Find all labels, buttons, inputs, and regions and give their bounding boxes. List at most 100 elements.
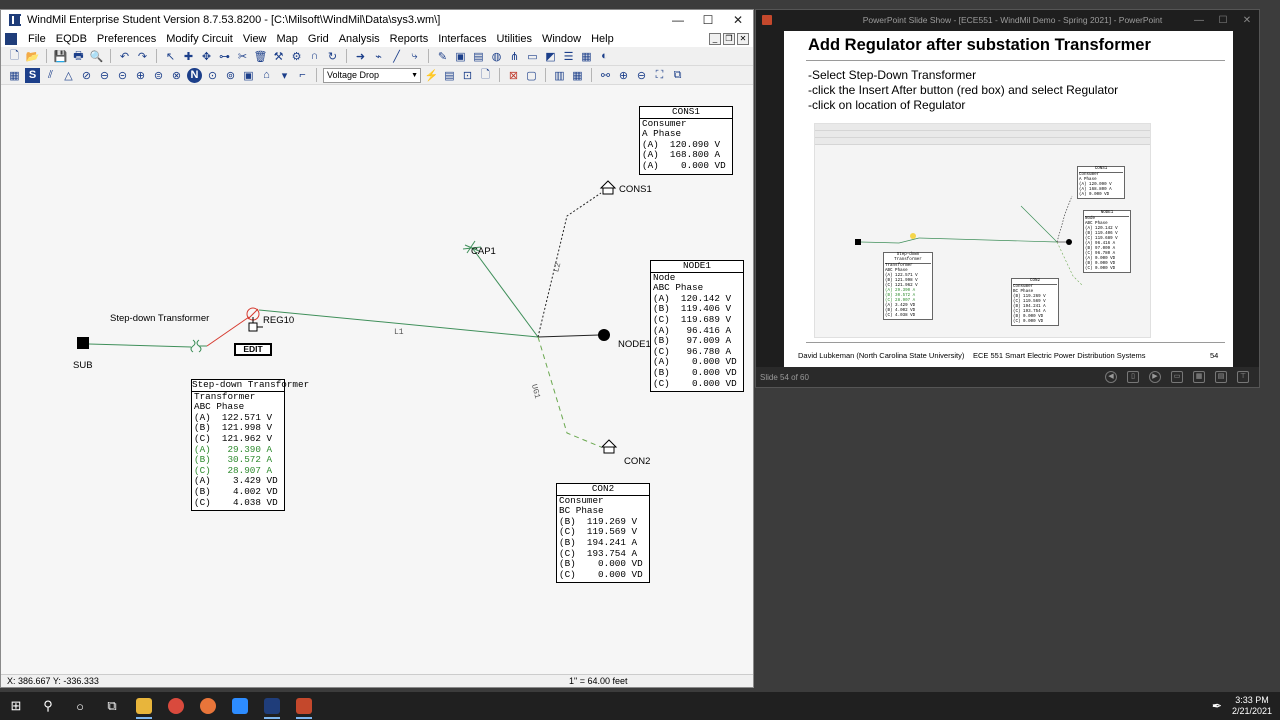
globe-icon[interactable]: ◍ — [489, 49, 504, 64]
menu-modify-circuit[interactable]: Modify Circuit — [161, 33, 238, 45]
chrome-icon[interactable] — [160, 692, 192, 720]
mdi-close-button[interactable]: ✕ — [737, 32, 749, 45]
file-explorer-icon[interactable] — [128, 692, 160, 720]
triangle-icon[interactable]: △ — [61, 68, 76, 83]
minimize-button[interactable]: — — [663, 10, 693, 30]
task-view-icon[interactable]: ⧉ — [96, 692, 128, 720]
delete-icon[interactable]: ✂ — [235, 49, 250, 64]
report-icon[interactable]: ▤ — [442, 68, 457, 83]
wand-icon[interactable]: ✎ — [435, 49, 450, 64]
search-icon[interactable]: ⚲ — [32, 692, 64, 720]
slide-sorter-icon[interactable]: ▦ — [1193, 371, 1205, 383]
zoom-out-icon[interactable]: ⊖ — [634, 68, 649, 83]
source-icon[interactable]: S — [25, 67, 40, 83]
save-icon[interactable]: 💾 — [53, 49, 68, 64]
trash-icon[interactable]: 🗑 — [253, 49, 268, 64]
open-folder-icon[interactable]: 📂 — [25, 49, 40, 64]
print-preview-icon[interactable]: 🔍 — [89, 49, 104, 64]
lightning-icon[interactable]: ⚡ — [424, 68, 439, 83]
rotate-icon[interactable]: ↻ — [325, 49, 340, 64]
mdi-restore-button[interactable]: ❐ — [723, 32, 735, 45]
normal-view-icon[interactable]: ▭ — [1171, 371, 1183, 383]
firefox-icon[interactable] — [192, 692, 224, 720]
ring-3-icon[interactable]: ⊕ — [133, 68, 148, 83]
tree-icon[interactable]: ⋔ — [507, 49, 522, 64]
node-icon[interactable]: N — [187, 67, 202, 83]
new-file-icon[interactable]: 🗋 — [7, 49, 22, 64]
line-tool-icon[interactable]: ╱ — [389, 49, 404, 64]
menu-map[interactable]: Map — [272, 33, 303, 45]
menu-utilities[interactable]: Utilities — [492, 33, 537, 45]
maximize-button[interactable]: ☐ — [1211, 15, 1235, 26]
connect-icon[interactable]: ⊶ — [217, 49, 232, 64]
highlight-icon[interactable]: ◩ — [543, 49, 558, 64]
previous-slide-icon[interactable]: ◀ — [1105, 371, 1117, 383]
select-pointer-icon[interactable]: ↖ — [163, 49, 178, 64]
pin-icon[interactable]: ◐ — [597, 49, 612, 64]
grid-view-icon[interactable]: ▦ — [570, 68, 585, 83]
notes-icon[interactable]: ▯ — [1127, 371, 1139, 383]
binoculars-icon[interactable]: ⚯ — [598, 68, 613, 83]
home-icon[interactable]: ⌂ — [259, 68, 274, 83]
window-icon[interactable]: ▭ — [525, 49, 540, 64]
reading-view-icon[interactable]: ▤ — [1215, 371, 1227, 383]
dropdown-arrow-icon[interactable]: ▾ — [277, 68, 292, 83]
edit-button[interactable]: EDIT — [234, 343, 272, 356]
circle-slash-icon[interactable]: ⊘ — [79, 68, 94, 83]
undo-icon[interactable]: ↶ — [117, 49, 132, 64]
menu-file[interactable]: File — [23, 33, 51, 45]
snapshot-icon[interactable]: ▣ — [453, 49, 468, 64]
phase-icon[interactable]: ⫽ — [43, 68, 58, 83]
ring-6-icon[interactable]: ⊙ — [205, 68, 220, 83]
slide[interactable]: Add Regulator after substation Transform… — [784, 31, 1233, 368]
powerpoint-taskbar-icon[interactable] — [288, 692, 320, 720]
menu-view[interactable]: View — [238, 33, 272, 45]
arrow-right-icon[interactable]: ➜ — [353, 49, 368, 64]
windows-start-icon[interactable]: ⊞ — [0, 692, 32, 720]
tools-icon[interactable]: ⚒ — [271, 49, 286, 64]
print-icon[interactable]: 🖶 — [71, 49, 86, 64]
ring-7-icon[interactable]: ⊚ — [223, 68, 238, 83]
chart-icon[interactable]: ▦ — [579, 49, 594, 64]
sw-icon[interactable]: ▣ — [241, 68, 256, 83]
mdi-minimize-button[interactable]: _ — [709, 32, 721, 45]
move-icon[interactable]: ✥ — [199, 49, 214, 64]
magnet-icon[interactable]: ∩ — [307, 49, 322, 64]
zoom-app-icon[interactable] — [224, 692, 256, 720]
maximize-button[interactable]: ☐ — [693, 10, 723, 30]
slideshow-view-icon[interactable]: ⊤ — [1237, 371, 1249, 383]
menu-grid[interactable]: Grid — [303, 33, 334, 45]
circuit-canvas[interactable]: SUB Step-down Transformer REG10 CAP1 NOD… — [1, 85, 753, 675]
switch-icon[interactable]: ⌁ — [371, 49, 386, 64]
zoom-tool-icon[interactable]: ⊡ — [460, 68, 475, 83]
list-icon[interactable]: ☰ — [561, 49, 576, 64]
menu-interfaces[interactable]: Interfaces — [433, 33, 491, 45]
bracket-icon[interactable]: ⌐ — [295, 68, 310, 83]
zoom-window-icon[interactable]: ⧉ — [670, 68, 685, 83]
map-icon[interactable]: ▤ — [471, 49, 486, 64]
cons1-result-box[interactable]: CONS1 Consumer A Phase (A) 120.090 V (A)… — [639, 106, 733, 175]
gear-icon[interactable]: ⚙ — [289, 49, 304, 64]
analysis-display-select[interactable]: Voltage Drop ▼ — [323, 67, 421, 83]
menu-preferences[interactable]: Preferences — [92, 33, 161, 45]
clock[interactable]: 3:33 PM 2/21/2021 — [1222, 695, 1280, 717]
blank-page-icon[interactable]: ▢ — [524, 68, 539, 83]
bend-icon[interactable]: ⤷ — [407, 49, 422, 64]
menu-analysis[interactable]: Analysis — [334, 33, 385, 45]
windmil-taskbar-icon[interactable] — [256, 692, 288, 720]
calculator-icon[interactable]: ▦ — [7, 68, 22, 83]
menu-window[interactable]: Window — [537, 33, 586, 45]
clear-results-icon[interactable]: ⊠ — [506, 68, 521, 83]
con2-result-box[interactable]: CON2 Consumer BC Phase (B) 119.269 V (C)… — [556, 483, 650, 584]
next-slide-icon[interactable]: ▶ — [1149, 371, 1161, 383]
close-button[interactable]: ✕ — [1235, 15, 1259, 26]
ring-2-icon[interactable]: ⊝ — [115, 68, 130, 83]
minimize-button[interactable]: — — [1187, 15, 1211, 26]
cortana-icon[interactable]: ○ — [64, 692, 96, 720]
ring-1-icon[interactable]: ⊖ — [97, 68, 112, 83]
close-button[interactable]: ✕ — [723, 10, 753, 30]
menu-reports[interactable]: Reports — [385, 33, 434, 45]
redo-icon[interactable]: ↷ — [135, 49, 150, 64]
ring-4-icon[interactable]: ⊜ — [151, 68, 166, 83]
transformer-result-box[interactable]: Step-down Transformer Transformer ABC Ph… — [191, 379, 309, 512]
